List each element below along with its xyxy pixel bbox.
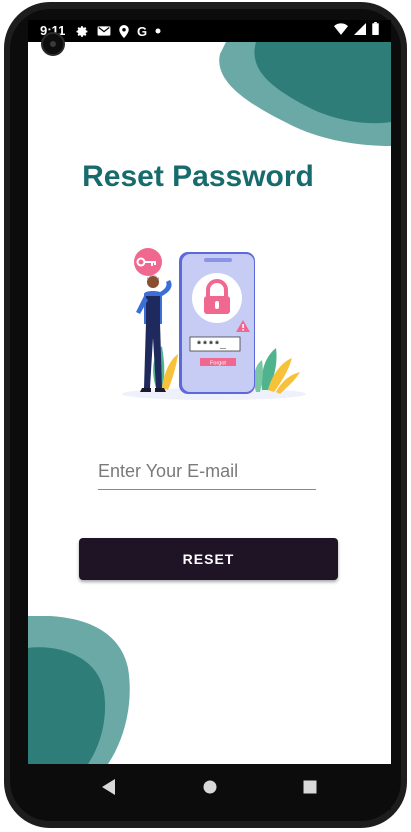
- password-mask: ****_: [196, 340, 227, 352]
- reset-button[interactable]: RESET: [79, 538, 338, 580]
- navigation-bar: [28, 764, 391, 810]
- battery-icon: [372, 22, 379, 40]
- decorative-blob-top: [219, 42, 391, 146]
- wifi-icon: [334, 22, 348, 40]
- signal-icon: [354, 22, 366, 40]
- plant-right: [254, 348, 300, 394]
- home-icon[interactable]: [199, 776, 221, 798]
- google-icon: G: [137, 23, 148, 39]
- recents-icon[interactable]: [299, 776, 321, 798]
- gear-icon: [76, 25, 89, 38]
- notification-icons: G: [76, 22, 161, 40]
- reset-password-illustration: ****_ Forgot: [122, 248, 306, 400]
- forgot-label: Forgot: [210, 361, 226, 367]
- email-input[interactable]: [98, 458, 316, 490]
- system-icons: [334, 22, 379, 40]
- location-icon: [119, 24, 129, 38]
- back-icon[interactable]: [98, 776, 120, 798]
- status-bar: 9:11 G: [28, 20, 391, 42]
- decorative-blob-bottom: [28, 616, 130, 764]
- app-screen: Reset Password ****_ Forgot Enter Your E…: [28, 42, 391, 764]
- key-icon: [134, 248, 162, 276]
- device: 9:11 G Reset Password ****_ Forgot Enter…: [0, 0, 411, 832]
- mail-icon: [97, 25, 111, 37]
- lock-icon: [192, 273, 242, 323]
- camera-icon: [41, 32, 65, 56]
- page-title: Reset Password: [82, 160, 314, 193]
- dot-icon: [155, 28, 161, 34]
